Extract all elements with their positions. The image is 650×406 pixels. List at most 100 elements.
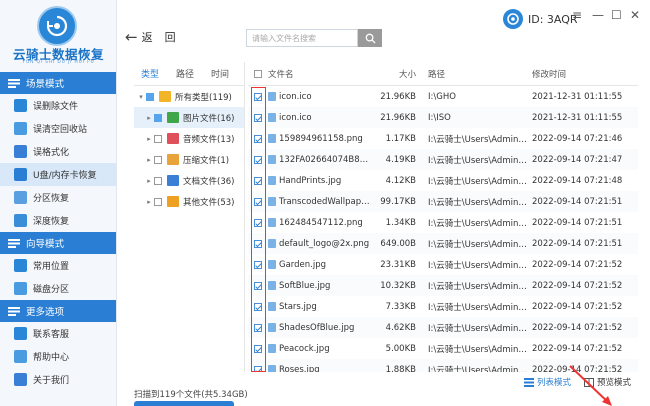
- search-button[interactable]: [358, 29, 382, 47]
- list-mode-toggle[interactable]: 列表模式: [524, 376, 571, 388]
- sidebar-item-label: 常用位置: [33, 262, 70, 272]
- select-all-checkbox[interactable]: [254, 69, 262, 78]
- tree-checkbox[interactable]: [154, 113, 162, 122]
- back-button[interactable]: 返: [142, 29, 153, 45]
- sidebar-item[interactable]: U盘/内存卡恢复: [0, 163, 116, 186]
- table-row[interactable]: TranscodedWallpaper.j... 99.17KB I:\云骑士\Us…: [248, 191, 638, 212]
- column-header-size[interactable]: 大小: [372, 68, 420, 80]
- sidebar-item[interactable]: 帮助中心: [0, 345, 116, 368]
- table-row[interactable]: Roses.jpg 1.88KB I:\云骑士\Users\Administrato…: [248, 359, 638, 372]
- table-row[interactable]: ShadesOfBlue.jpg 4.62KB I:\云骑士\Users\Admin…: [248, 317, 638, 338]
- file-checkbox[interactable]: [254, 323, 262, 332]
- table-row[interactable]: 132FA02664074B84BF67... 4.19KB I:\云骑士\User…: [248, 149, 638, 170]
- tree-item[interactable]: ▸ 文档文件(36): [134, 170, 244, 191]
- file-checkbox[interactable]: [254, 218, 262, 227]
- file-modified: 2022-09-14 07:21:52: [532, 259, 623, 270]
- image-file-icon: [268, 323, 276, 332]
- expander-icon[interactable]: ▾: [136, 93, 146, 101]
- file-checkbox[interactable]: [254, 113, 262, 122]
- close-icon[interactable]: ✕: [630, 8, 640, 22]
- tree-checkbox[interactable]: [154, 197, 162, 206]
- sidebar-item[interactable]: 磁盘分区: [0, 277, 116, 300]
- tree-tab[interactable]: 类型: [141, 67, 159, 80]
- file-name: 159894961158.png: [279, 133, 363, 144]
- sidebar-item[interactable]: 联系客服: [0, 322, 116, 345]
- sidebar-item-label: 分区恢复: [33, 194, 70, 204]
- table-row[interactable]: Stars.jpg 7.33KB I:\云骑士\Users\Administrato…: [248, 296, 638, 317]
- table-row[interactable]: icon.ico 21.96KB I:\GHO 2021-12-31 01:11:55: [248, 86, 638, 107]
- tree-checkbox[interactable]: [146, 92, 154, 101]
- table-row[interactable]: default_logo@2x.png 649.00B I:\云骑士\Users\A…: [248, 233, 638, 254]
- image-file-icon: [268, 239, 276, 248]
- table-row[interactable]: HandPrints.jpg 4.12KB I:\云骑士\Users\Adminis…: [248, 170, 638, 191]
- file-checkbox[interactable]: [254, 197, 262, 206]
- search-input[interactable]: 请输入文件名搜索: [246, 29, 358, 47]
- file-checkbox[interactable]: [254, 281, 262, 290]
- maximize-icon[interactable]: ☐: [611, 8, 622, 22]
- tree-item[interactable]: ▾ 所有类型(119): [134, 86, 244, 107]
- tree-item[interactable]: ▸ 音频文件(13): [134, 128, 244, 149]
- user-avatar-icon[interactable]: [503, 9, 523, 29]
- table-row[interactable]: SoftBlue.jpg 10.32KB I:\云骑士\Users\Administ…: [248, 275, 638, 296]
- table-row[interactable]: 159894961158.png 1.17KB I:\云骑士\Users\Admin…: [248, 128, 638, 149]
- tree-items: ▾ 所有类型(119) ▸ 图片文件(16) ▸ 音频文件(13) ▸ 压缩文件(1) ▸ 文档文…: [134, 86, 244, 212]
- tree-tab[interactable]: 路径: [176, 67, 194, 80]
- tree-item[interactable]: ▸ 图片文件(16): [134, 107, 244, 128]
- file-checkbox[interactable]: [254, 260, 262, 269]
- minimize-icon[interactable]: —: [592, 8, 604, 22]
- file-path: I:\云骑士\Users\Administrator\Ap...: [428, 155, 528, 166]
- back-arrow-icon[interactable]: ←: [125, 29, 138, 45]
- home-button[interactable]: 回: [165, 29, 176, 45]
- preview-view-icon: [584, 377, 594, 387]
- sidebar-item[interactable]: 关于我们: [0, 368, 116, 391]
- expander-icon[interactable]: ▸: [144, 135, 154, 143]
- file-checkbox[interactable]: [254, 155, 262, 164]
- file-checkbox[interactable]: [254, 134, 262, 143]
- menu-icon[interactable]: ≡: [572, 8, 582, 22]
- wizard-icon: [8, 238, 20, 248]
- file-checkbox[interactable]: [254, 344, 262, 353]
- file-size: 4.12KB: [385, 175, 416, 186]
- file-type-tree: 类型 路径 时间 ▾ 所有类型(119) ▸ 图片文件(16) ▸ 音频文件(13) ▸ 压缩文件…: [134, 62, 245, 372]
- sidebar-item-label: 关于我们: [33, 376, 70, 386]
- expander-icon[interactable]: ▸: [144, 177, 154, 185]
- column-header-modified[interactable]: 修改时间: [528, 68, 638, 80]
- sidebar-item[interactable]: 误格式化: [0, 140, 116, 163]
- expander-icon[interactable]: ▸: [144, 198, 154, 206]
- table-row[interactable]: icon.ico 21.96KB I:\ISO 2021-12-31 01:11:55: [248, 107, 638, 128]
- file-modified: 2022-09-14 07:21:52: [532, 343, 623, 354]
- sidebar-item[interactable]: 误删除文件: [0, 94, 116, 117]
- file-size: 23.31KB: [380, 259, 416, 270]
- file-checkbox[interactable]: [254, 365, 262, 372]
- file-size: 1.17KB: [385, 133, 416, 144]
- sidebar-item[interactable]: 误清空回收站: [0, 117, 116, 140]
- file-checkbox[interactable]: [254, 302, 262, 311]
- expander-icon[interactable]: ▸: [144, 114, 154, 122]
- tree-checkbox[interactable]: [154, 134, 162, 143]
- tree-item[interactable]: ▸ 压缩文件(1): [134, 149, 244, 170]
- tree-tab[interactable]: 时间: [211, 67, 229, 80]
- preview-mode-toggle[interactable]: 预览模式: [584, 376, 631, 388]
- sidebar-item-label: U盘/内存卡恢复: [33, 171, 97, 181]
- column-header-name[interactable]: 文件名: [268, 68, 372, 80]
- sidebar-item[interactable]: 深度恢复: [0, 209, 116, 232]
- expander-icon[interactable]: ▸: [144, 156, 154, 164]
- table-row[interactable]: Garden.jpg 23.31KB I:\云骑士\Users\Administra…: [248, 254, 638, 275]
- file-checkbox[interactable]: [254, 176, 262, 185]
- sidebar-item[interactable]: 分区恢复: [0, 186, 116, 209]
- image-file-icon: [268, 113, 276, 122]
- image-file-icon: [268, 365, 276, 372]
- sidebar-item[interactable]: 常用位置: [0, 254, 116, 277]
- file-checkbox[interactable]: [254, 92, 262, 101]
- tree-checkbox[interactable]: [154, 155, 162, 164]
- list-mode-label: 列表模式: [537, 378, 572, 388]
- table-row[interactable]: Peacock.jpg 5.00KB I:\云骑士\Users\Administra…: [248, 338, 638, 359]
- tree-checkbox[interactable]: [154, 176, 162, 185]
- table-row[interactable]: 162484547112.png 1.34KB I:\云骑士\Users\Admin…: [248, 212, 638, 233]
- column-header-path[interactable]: 路径: [420, 68, 528, 80]
- recover-button-edge[interactable]: [134, 401, 234, 406]
- file-modified: 2022-09-14 07:21:52: [532, 280, 623, 291]
- tree-item[interactable]: ▸ 其他文件(53): [134, 191, 244, 212]
- file-checkbox[interactable]: [254, 239, 262, 248]
- sidebar-item-label: 误清空回收站: [33, 125, 88, 135]
